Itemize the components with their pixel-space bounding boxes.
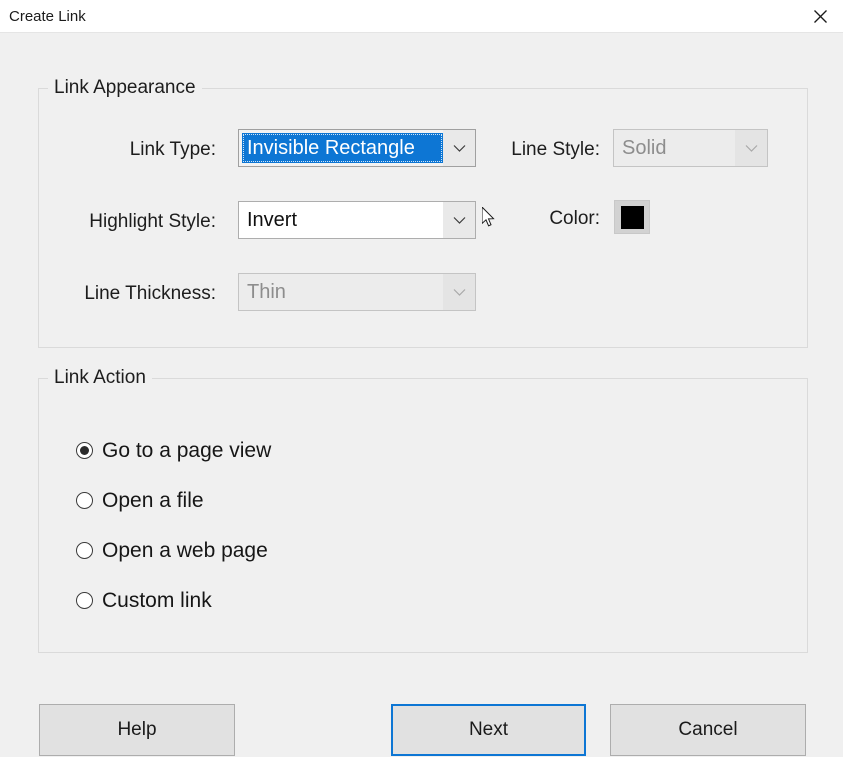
- link-type-value: Invisible Rectangle: [242, 133, 443, 163]
- radio-icon: [76, 442, 93, 459]
- radio-open-a-web-page[interactable]: Open a web page: [76, 538, 268, 563]
- line-thickness-value: Thin: [239, 274, 443, 310]
- chevron-down-icon[interactable]: [735, 130, 767, 166]
- line-thickness-combobox[interactable]: Thin: [238, 273, 476, 311]
- help-button[interactable]: Help: [39, 704, 235, 756]
- color-swatch-button[interactable]: [614, 200, 650, 234]
- color-label: Color:: [450, 207, 600, 231]
- radio-label: Open a file: [102, 488, 204, 513]
- chevron-down-icon[interactable]: [443, 274, 475, 310]
- close-button[interactable]: [797, 0, 843, 32]
- next-button[interactable]: Next: [391, 704, 586, 756]
- radio-icon: [76, 592, 93, 609]
- title-bar: Create Link: [0, 0, 843, 33]
- link-appearance-legend: Link Appearance: [48, 76, 202, 100]
- radio-icon: [76, 542, 93, 559]
- radio-open-a-file[interactable]: Open a file: [76, 488, 204, 513]
- radio-label: Open a web page: [102, 538, 268, 563]
- link-type-label: Link Type:: [56, 138, 216, 162]
- link-action-legend: Link Action: [48, 366, 152, 390]
- line-style-combobox[interactable]: Solid: [613, 129, 768, 167]
- window-title: Create Link: [9, 8, 86, 25]
- cancel-button-label: Cancel: [678, 719, 737, 741]
- help-button-label: Help: [117, 719, 156, 741]
- line-style-value: Solid: [614, 130, 735, 166]
- dialog-body: Link Appearance Link Type: Invisible Rec…: [0, 33, 843, 757]
- radio-custom-link[interactable]: Custom link: [76, 588, 212, 613]
- highlight-style-label: Highlight Style:: [36, 210, 216, 234]
- line-thickness-label: Line Thickness:: [36, 282, 216, 306]
- radio-label: Go to a page view: [102, 438, 271, 463]
- color-swatch-icon: [621, 206, 644, 229]
- cancel-button[interactable]: Cancel: [610, 704, 806, 756]
- link-type-combobox[interactable]: Invisible Rectangle: [238, 129, 476, 167]
- highlight-style-combobox[interactable]: Invert: [238, 201, 476, 239]
- highlight-style-value: Invert: [239, 202, 443, 238]
- close-icon: [813, 9, 828, 24]
- radio-label: Custom link: [102, 588, 212, 613]
- radio-icon: [76, 492, 93, 509]
- line-style-label: Line Style:: [455, 138, 600, 162]
- next-button-label: Next: [469, 719, 508, 741]
- radio-go-to-page-view[interactable]: Go to a page view: [76, 438, 271, 463]
